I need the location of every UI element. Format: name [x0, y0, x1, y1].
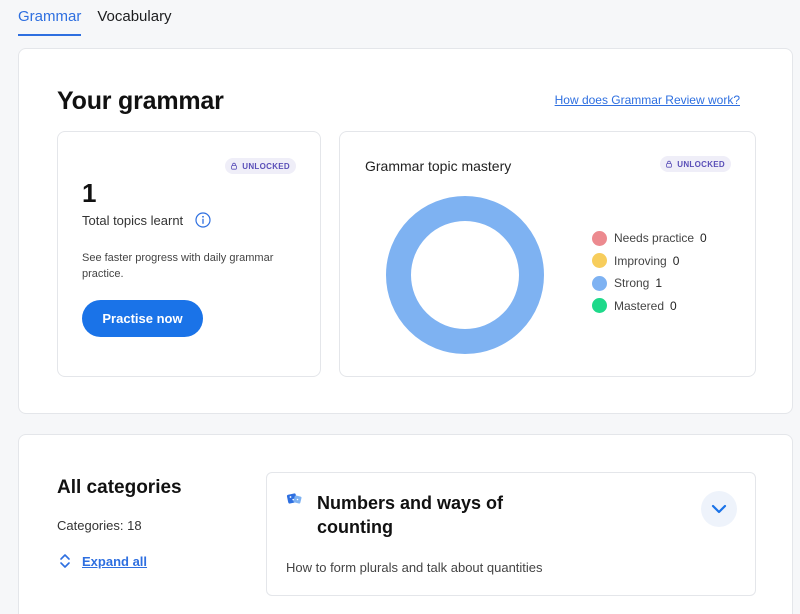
legend-label: Strong: [614, 276, 650, 291]
badge-label: UNLOCKED: [677, 159, 725, 169]
legend-dot: [592, 253, 607, 269]
unlocked-badge: UNLOCKED: [660, 156, 731, 172]
topics-label: Total topics learnt: [82, 212, 184, 228]
legend-label: Improving: [614, 253, 667, 268]
total-topics-panel: UNLOCKED 1 Total topics learnt See faste…: [57, 131, 321, 377]
topics-count: 1: [82, 178, 97, 208]
mastery-donut-chart: [386, 196, 544, 354]
categories-title: All categories: [57, 477, 182, 498]
legend-dot: [592, 275, 607, 291]
donut-ring: [386, 196, 544, 354]
practice-description: See faster progress with daily grammar p…: [82, 252, 274, 280]
categories-count: Categories: 18: [57, 518, 142, 533]
mastery-legend: Needs practice 0 Improving 0 Strong 1 Ma…: [592, 227, 707, 317]
lock-icon: [666, 160, 673, 168]
legend-item-mastered: Mastered 0: [592, 295, 707, 318]
topics-label-row: Total topics learnt: [82, 212, 211, 228]
topic-expand-toggle[interactable]: [701, 491, 737, 527]
badge-label: UNLOCKED: [242, 161, 290, 171]
expand-chevrons-icon: [60, 554, 70, 568]
legend-dot: [592, 230, 607, 246]
tab-grammar[interactable]: Grammar: [18, 0, 82, 36]
legend-item-improving: Improving 0: [592, 250, 707, 273]
legend-item-needs-practice: Needs practice 0: [592, 227, 707, 250]
unlocked-badge: UNLOCKED: [225, 158, 296, 174]
dice-icon: [286, 493, 302, 504]
legend-value: 0: [672, 253, 680, 268]
expand-all-label: Expand all: [82, 553, 148, 569]
topic-card[interactable]: Numbers and ways of counting How to form…: [266, 472, 756, 596]
mastery-panel: Grammar topic mastery UNLOCKED Needs pra…: [339, 131, 756, 377]
info-icon[interactable]: [195, 212, 211, 228]
legend-item-strong: Strong 1: [592, 272, 707, 295]
tab-bar: Grammar Vocabulary: [18, 0, 172, 36]
chevron-down-icon: [711, 504, 727, 514]
practise-now-button[interactable]: Practise now: [82, 300, 203, 337]
tab-vocabulary[interactable]: Vocabulary: [97, 0, 171, 36]
legend-dot: [592, 298, 607, 314]
legend-value: 0: [700, 231, 707, 246]
legend-label: Needs practice: [614, 231, 695, 246]
page-title: Your grammar: [57, 87, 224, 115]
expand-all-button[interactable]: Expand all: [57, 553, 147, 569]
legend-value: 0: [670, 298, 677, 313]
legend-value: 1: [655, 276, 663, 291]
topic-description: How to form plurals and talk about quant…: [286, 560, 543, 575]
topic-title: Numbers and ways of counting: [317, 493, 504, 537]
categories-card: All categories Categories: 18 Expand all…: [18, 434, 793, 614]
lock-icon: [231, 162, 238, 170]
grammar-review-help-link[interactable]: How does Grammar Review work?: [555, 93, 740, 107]
mastery-title: Grammar topic mastery: [365, 158, 512, 174]
grammar-overview-card: Your grammar How does Grammar Review wor…: [18, 48, 793, 414]
legend-label: Mastered: [614, 298, 665, 313]
